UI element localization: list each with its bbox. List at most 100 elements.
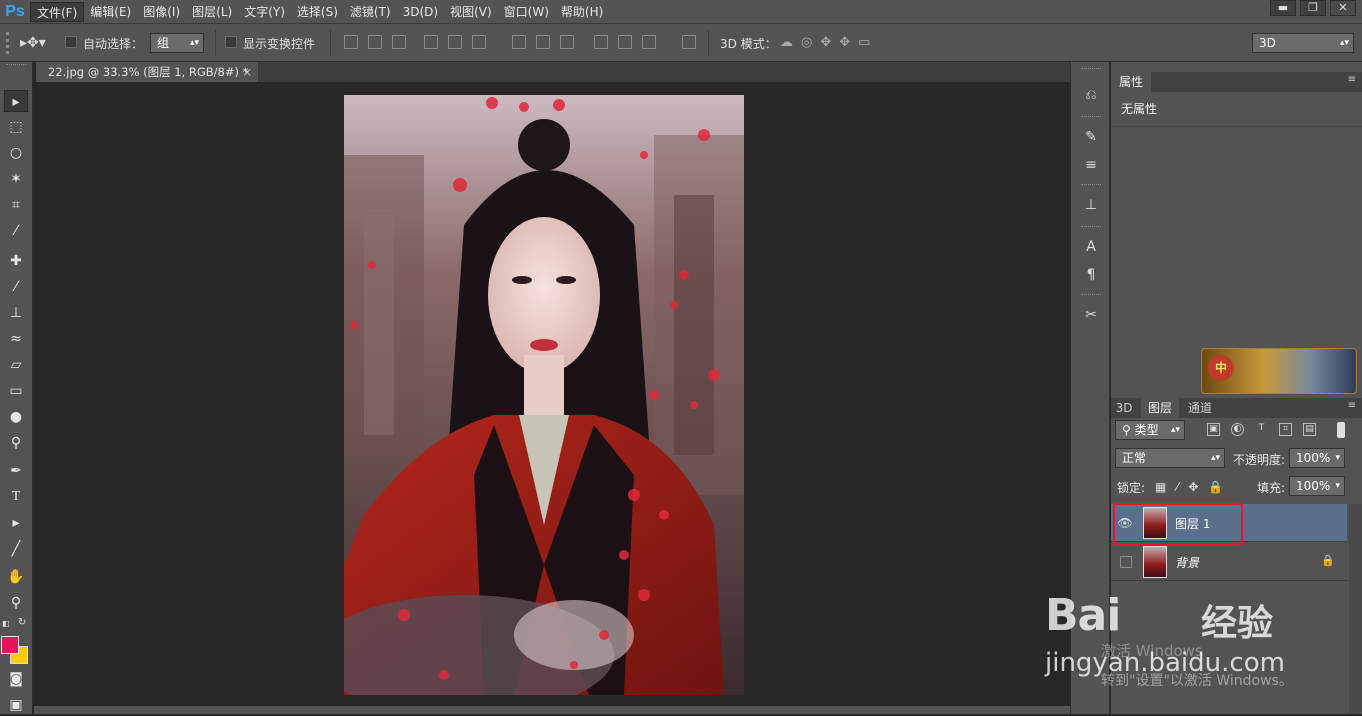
layers-scrollbar[interactable] bbox=[1349, 504, 1361, 714]
history-brush-tool-icon[interactable]: ≈ bbox=[4, 328, 28, 350]
quick-mask-icon[interactable]: ◙ bbox=[4, 668, 28, 690]
distribute-top-icon[interactable] bbox=[512, 35, 526, 49]
align-top-icon[interactable] bbox=[344, 35, 358, 49]
menu-filter[interactable]: 滤镜(T) bbox=[344, 2, 397, 22]
crop-tool-icon[interactable]: ⌗ bbox=[4, 194, 28, 216]
brush-tool-icon[interactable]: ⁄ bbox=[4, 276, 28, 298]
show-transform-checkbox[interactable] bbox=[225, 36, 237, 48]
menu-view[interactable]: 视图(V) bbox=[444, 2, 498, 22]
auto-select-dropdown[interactable]: 组 ▴▾ bbox=[150, 33, 204, 53]
clone-stamp-tool-icon[interactable]: ⊥ bbox=[4, 302, 28, 324]
brush-panel-icon[interactable]: ≡ bbox=[1079, 154, 1103, 176]
filter-smart-object-icon[interactable]: ▤ bbox=[1303, 423, 1316, 436]
menu-layer[interactable]: 图层(L) bbox=[186, 2, 238, 22]
type-tool-icon[interactable]: T bbox=[4, 486, 28, 508]
tool-presets-icon[interactable]: ✂ bbox=[1079, 304, 1103, 326]
dropdown-arrow-icon: ▾ bbox=[1335, 453, 1340, 463]
align-hcenter-icon[interactable] bbox=[448, 35, 462, 49]
workspace-value: 3D bbox=[1259, 36, 1276, 50]
healing-brush-tool-icon[interactable]: ✚ bbox=[4, 250, 28, 272]
pen-tool-icon[interactable]: ✒ bbox=[4, 460, 28, 482]
default-colors-icon[interactable]: ◧ bbox=[2, 619, 12, 629]
layer-name[interactable]: 背景 bbox=[1175, 554, 1199, 571]
menu-help[interactable]: 帮助(H) bbox=[555, 2, 609, 22]
fill-input[interactable]: 100% ▾ bbox=[1289, 476, 1345, 496]
magic-wand-tool-icon[interactable]: ✶ bbox=[4, 168, 28, 190]
history-panel-icon[interactable]: ⎌ bbox=[1079, 84, 1103, 106]
auto-align-icon[interactable] bbox=[682, 35, 696, 49]
watermark-brand: Bai bbox=[1045, 590, 1121, 641]
line-tool-icon[interactable]: ╱ bbox=[4, 538, 28, 560]
distribute-left-icon[interactable] bbox=[594, 35, 608, 49]
visibility-toggle[interactable] bbox=[1120, 556, 1132, 568]
eyedropper-tool-icon[interactable]: ⁄ bbox=[4, 220, 28, 242]
gradient-tool-icon[interactable]: ▭ bbox=[4, 380, 28, 402]
zoom-tool-icon[interactable]: ⚲ bbox=[4, 592, 28, 614]
distribute-right-icon[interactable] bbox=[642, 35, 656, 49]
screen-mode-icon[interactable]: ▣ bbox=[4, 694, 28, 716]
toolbar-grip bbox=[6, 64, 26, 67]
dodge-tool-icon[interactable]: ⚲ bbox=[4, 432, 28, 454]
paragraph-panel-icon[interactable]: ¶ bbox=[1079, 264, 1103, 286]
panel-menu-icon[interactable]: ≡ bbox=[1348, 400, 1356, 411]
document-canvas[interactable] bbox=[344, 95, 744, 695]
menu-select[interactable]: 选择(S) bbox=[291, 2, 344, 22]
layer-thumbnail bbox=[1143, 546, 1167, 578]
align-right-icon[interactable] bbox=[472, 35, 486, 49]
align-vcenter-icon[interactable] bbox=[368, 35, 382, 49]
distribute-vcenter-icon[interactable] bbox=[536, 35, 550, 49]
distribute-bottom-icon[interactable] bbox=[560, 35, 574, 49]
move-tool-icon[interactable]: ▸ bbox=[4, 90, 28, 112]
show-transform-label: 显示变换控件 bbox=[243, 37, 316, 51]
activate-windows-hint: 转到"设置"以激活 Windows。 bbox=[1101, 673, 1293, 689]
brush-preset-icon[interactable]: ✎ bbox=[1079, 126, 1103, 148]
foreground-color-swatch[interactable] bbox=[1, 636, 19, 654]
swap-colors-icon[interactable]: ↻ bbox=[18, 617, 30, 629]
document-tab[interactable]: 22.jpg @ 33.3% (图层 1, RGB/8#) * × bbox=[36, 62, 258, 82]
restore-button[interactable]: ❐ bbox=[1300, 0, 1326, 16]
align-left-icon[interactable] bbox=[424, 35, 438, 49]
tab-channels[interactable]: 通道 bbox=[1181, 398, 1219, 418]
properties-empty-area bbox=[1111, 126, 1362, 380]
menu-edit[interactable]: 编辑(E) bbox=[84, 2, 137, 22]
workspace-dropdown[interactable]: 3D ▴▾ bbox=[1252, 33, 1354, 53]
3d-mode-icons[interactable]: ☁◎✥✥▭ bbox=[780, 35, 900, 51]
canvas-area[interactable] bbox=[34, 82, 1070, 714]
separator bbox=[708, 30, 709, 56]
filter-kind-dropdown[interactable]: ⚲ 类型 ▴▾ bbox=[1115, 420, 1185, 440]
layer-row[interactable]: 背景 🔒 bbox=[1111, 543, 1347, 581]
move-tool-preset-icon[interactable]: ▸✥▾ bbox=[20, 32, 54, 54]
lasso-tool-icon[interactable]: ○ bbox=[4, 142, 28, 164]
menu-type[interactable]: 文字(Y) bbox=[238, 2, 291, 22]
marquee-tool-icon[interactable]: ⬚ bbox=[4, 116, 28, 138]
filter-pixel-icon[interactable]: ▣ bbox=[1207, 423, 1220, 436]
align-bottom-icon[interactable] bbox=[392, 35, 406, 49]
hand-tool-icon[interactable]: ✋ bbox=[4, 566, 28, 588]
tab-3d[interactable]: 3D bbox=[1111, 398, 1137, 418]
blend-mode-dropdown[interactable]: 正常 ▴▾ bbox=[1115, 448, 1225, 468]
filter-toggle[interactable] bbox=[1337, 422, 1345, 438]
properties-tab[interactable]: 属性 bbox=[1111, 72, 1151, 92]
opacity-input[interactable]: 100% ▾ bbox=[1289, 448, 1345, 468]
close-button[interactable]: ✕ bbox=[1330, 0, 1356, 16]
character-panel-icon[interactable]: A bbox=[1079, 236, 1103, 258]
minimize-button[interactable]: ▬ bbox=[1270, 0, 1296, 16]
eraser-tool-icon[interactable]: ▱ bbox=[4, 354, 28, 376]
menu-3d[interactable]: 3D(D) bbox=[397, 2, 444, 22]
close-tab-icon[interactable]: × bbox=[242, 62, 252, 82]
distribute-hcenter-icon[interactable] bbox=[618, 35, 632, 49]
lock-options-icons[interactable]: ▦⁄✥🔒 bbox=[1155, 480, 1233, 494]
clone-source-icon[interactable]: ⊥ bbox=[1079, 194, 1103, 216]
menu-file[interactable]: 文件(F) bbox=[30, 1, 85, 22]
menu-image[interactable]: 图像(I) bbox=[137, 2, 186, 22]
filter-shape-icon[interactable]: ⌗ bbox=[1279, 423, 1292, 436]
menu-window[interactable]: 窗口(W) bbox=[498, 2, 555, 22]
filter-adjustment-icon[interactable]: ◐ bbox=[1231, 423, 1244, 436]
panel-menu-icon[interactable]: ≡ bbox=[1348, 74, 1356, 85]
3d-mode-label: 3D 模式： bbox=[720, 37, 777, 51]
blur-tool-icon[interactable]: ● bbox=[4, 406, 28, 428]
auto-select-checkbox[interactable] bbox=[65, 36, 77, 48]
tab-layers[interactable]: 图层 bbox=[1141, 398, 1179, 418]
path-selection-tool-icon[interactable]: ▸ bbox=[4, 512, 28, 534]
filter-type-icon[interactable]: T bbox=[1255, 423, 1268, 436]
